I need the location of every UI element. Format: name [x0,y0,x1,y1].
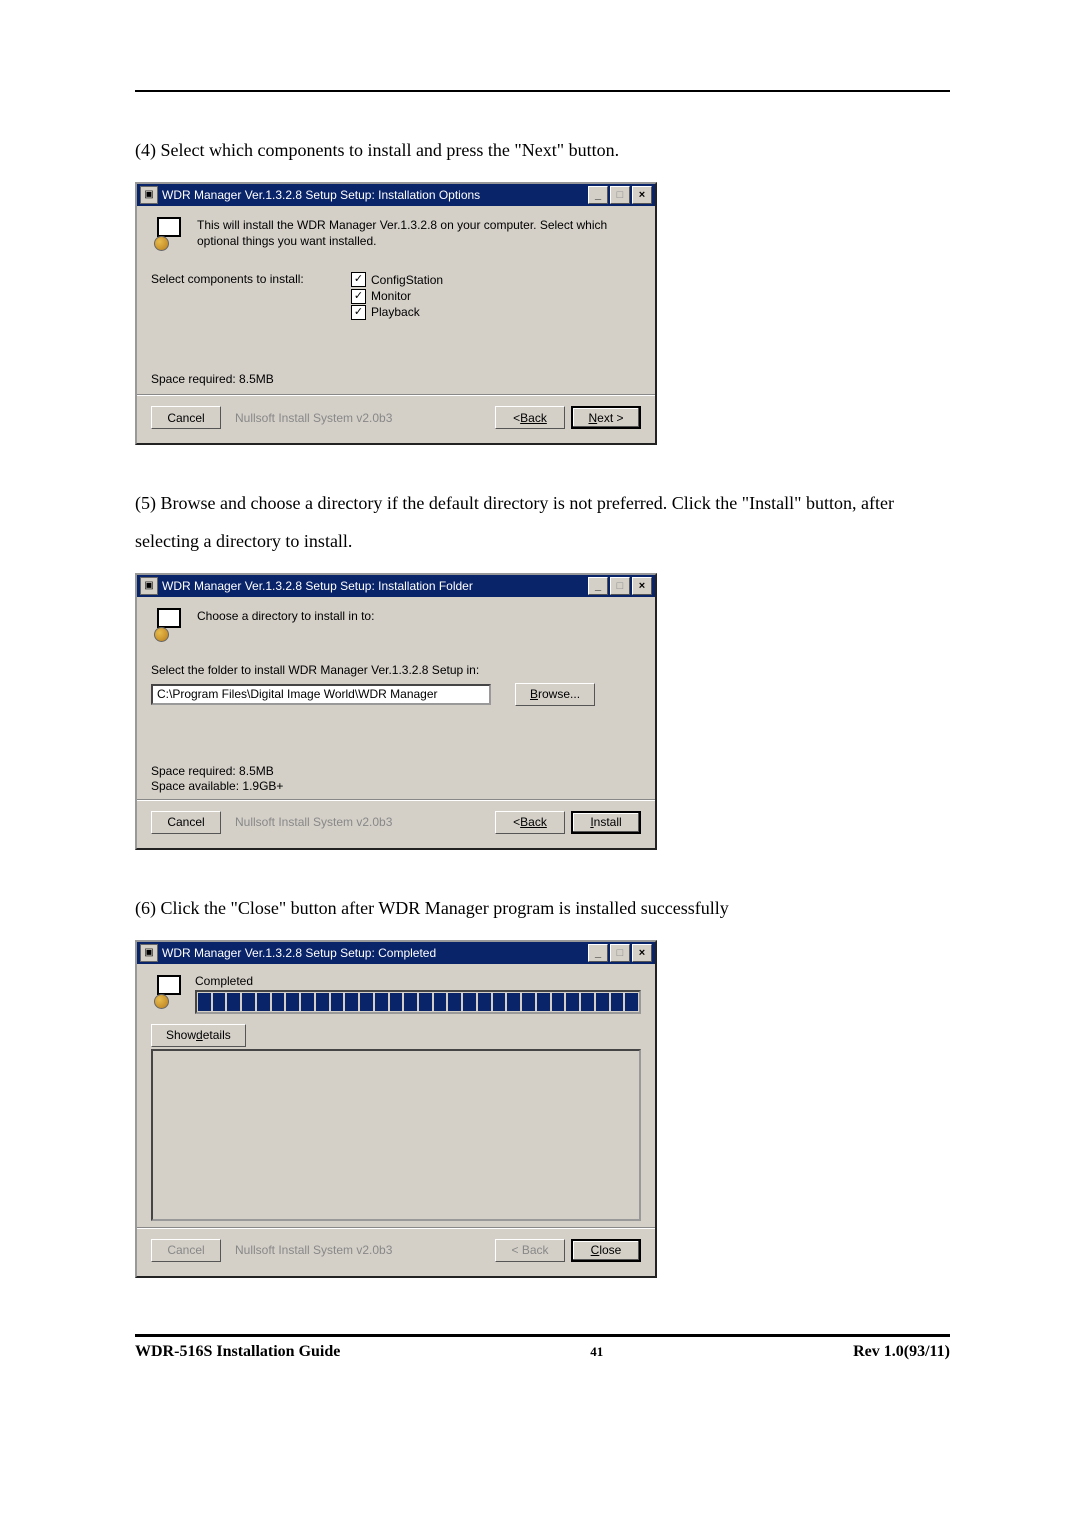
install-folder-dialog: ▣ WDR Manager Ver.1.3.2.8 Setup Setup: I… [135,573,657,850]
install-path-input[interactable] [151,684,491,705]
title-text: WDR Manager Ver.1.3.2.8 Setup Setup: Ins… [162,579,586,593]
completed-label: Completed [195,974,641,988]
component-label: Monitor [371,288,411,304]
page-footer: WDR-516S Installation Guide 41 Rev 1.0(9… [135,1337,950,1361]
title-text: WDR Manager Ver.1.3.2.8 Setup Setup: Ins… [162,188,586,202]
component-item[interactable]: ✓ ConfigStation [351,272,641,288]
details-box [151,1049,641,1221]
install-button[interactable]: Install [571,811,641,834]
folder-label: Select the folder to install WDR Manager… [151,663,641,677]
checkbox-icon[interactable]: ✓ [351,289,366,304]
checkbox-icon[interactable]: ✓ [351,272,366,287]
app-icon: ▣ [140,577,158,595]
step-5-text: (5) Browse and choose a directory if the… [135,485,950,561]
checkbox-icon[interactable]: ✓ [351,305,366,320]
minimize-icon[interactable]: _ [588,577,608,595]
nullsoft-label: Nullsoft Install System v2.0b3 [221,1243,495,1257]
component-label: Playback [371,304,420,320]
footer-left: WDR-516S Installation Guide [135,1343,340,1361]
back-button: < Back [495,1239,565,1262]
installer-icon [151,607,187,643]
close-icon[interactable]: × [632,186,652,204]
component-item[interactable]: ✓ Playback [351,304,641,320]
next-button[interactable]: Next > [571,406,641,429]
back-label: Back [520,815,547,829]
install-options-dialog: ▣ WDR Manager Ver.1.3.2.8 Setup Setup: I… [135,182,657,446]
install-completed-dialog: ▣ WDR Manager Ver.1.3.2.8 Setup Setup: C… [135,940,657,1278]
separator [137,1227,655,1229]
component-label: ConfigStation [371,272,443,288]
nullsoft-label: Nullsoft Install System v2.0b3 [221,815,495,829]
title-text: WDR Manager Ver.1.3.2.8 Setup Setup: Com… [162,946,586,960]
cancel-button: Cancel [151,1239,221,1262]
installer-icon [151,974,187,1010]
browse-button[interactable]: Browse... [515,683,595,706]
page-number: 41 [590,1344,603,1360]
maximize-icon: □ [610,577,630,595]
cancel-button[interactable]: Cancel [151,406,221,429]
back-button[interactable]: < Back [495,406,565,429]
titlebar: ▣ WDR Manager Ver.1.3.2.8 Setup Setup: I… [137,575,655,597]
minimize-icon[interactable]: _ [588,186,608,204]
top-rule [135,90,950,92]
nullsoft-label: Nullsoft Install System v2.0b3 [221,411,495,425]
close-button[interactable]: Close [571,1239,641,1262]
titlebar: ▣ WDR Manager Ver.1.3.2.8 Setup Setup: I… [137,184,655,206]
close-icon[interactable]: × [632,577,652,595]
separator [137,394,655,396]
footer-right: Rev 1.0(93/11) [853,1343,950,1361]
header-text: This will install the WDR Manager Ver.1.… [197,216,641,249]
component-item[interactable]: ✓ Monitor [351,288,641,304]
space-required: Space required: 8.5MB [151,372,641,386]
installer-icon [151,216,187,252]
space-available: Space available: 1.9GB+ [151,779,641,793]
app-icon: ▣ [140,186,158,204]
titlebar: ▣ WDR Manager Ver.1.3.2.8 Setup Setup: C… [137,942,655,964]
maximize-icon: □ [610,944,630,962]
step-6-text: (6) Click the "Close" button after WDR M… [135,890,950,928]
show-details-button[interactable]: Show details [151,1024,246,1047]
step-4-text: (4) Select which components to install a… [135,132,950,170]
close-icon[interactable]: × [632,944,652,962]
maximize-icon: □ [610,186,630,204]
space-required: Space required: 8.5MB [151,764,641,778]
back-label: Back [520,411,547,425]
header-text: Choose a directory to install in to: [197,607,374,624]
separator [137,799,655,801]
minimize-icon[interactable]: _ [588,944,608,962]
app-icon: ▣ [140,944,158,962]
cancel-button[interactable]: Cancel [151,811,221,834]
progress-bar [195,990,641,1014]
components-label: Select components to install: [151,272,351,286]
back-button[interactable]: < Back [495,811,565,834]
